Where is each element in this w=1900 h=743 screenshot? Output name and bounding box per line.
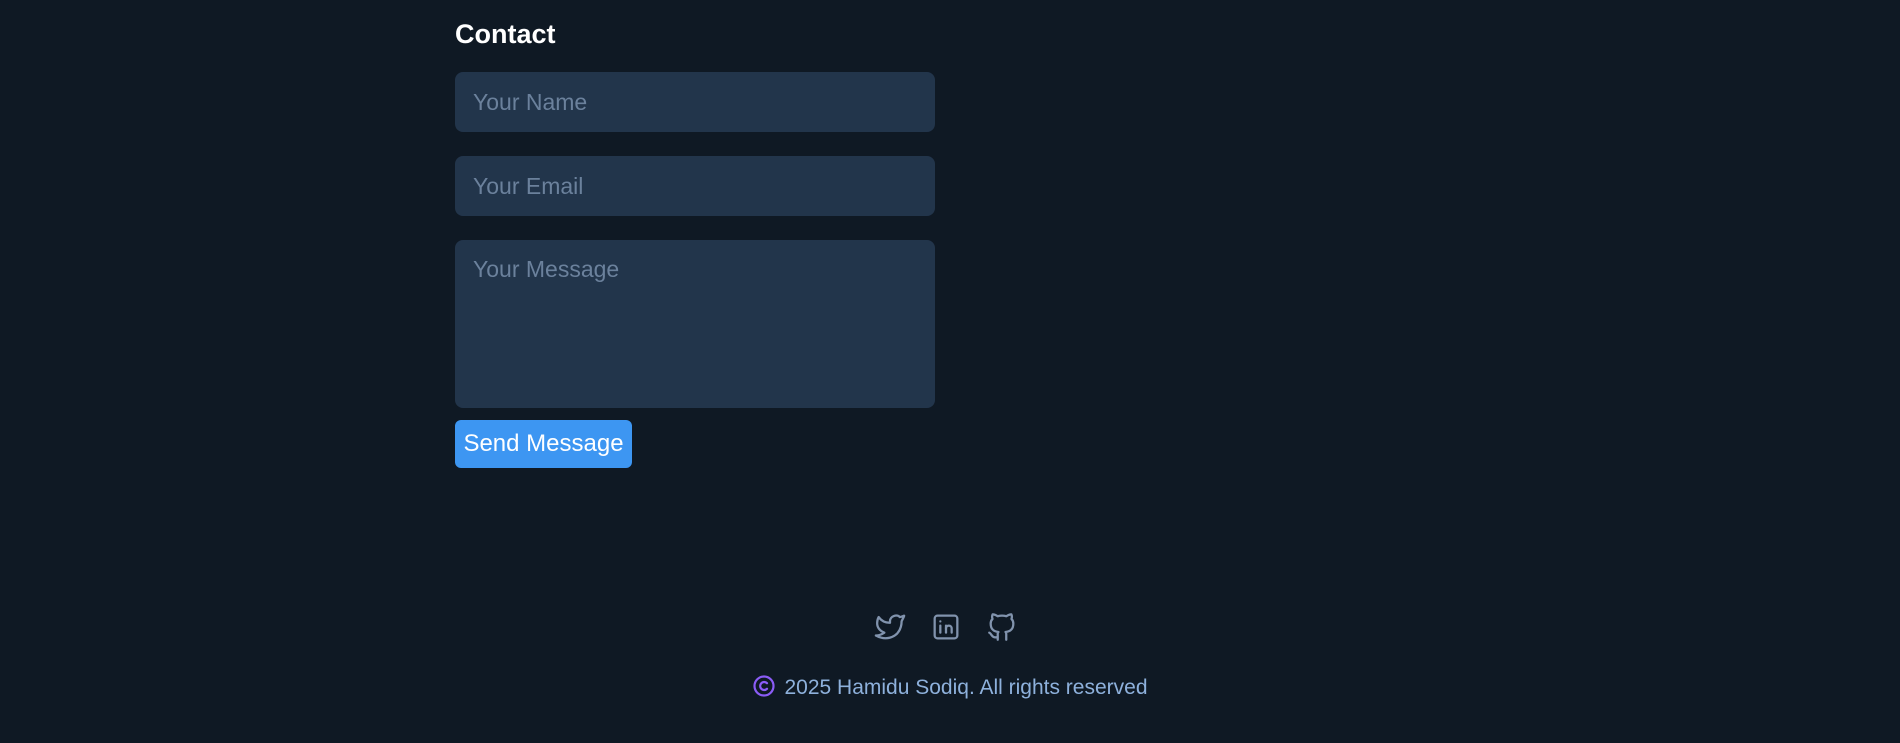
- name-input[interactable]: [455, 72, 935, 132]
- twitter-link[interactable]: [873, 610, 907, 644]
- send-message-button[interactable]: Send Message: [455, 420, 632, 468]
- contact-section: Contact Send Message: [455, 14, 935, 468]
- message-textarea[interactable]: [455, 240, 935, 408]
- copyright-notice: 2025 Hamidu Sodiq. All rights reserved: [0, 674, 1900, 702]
- linkedin-link[interactable]: [929, 610, 963, 644]
- social-links: [873, 610, 1019, 644]
- twitter-icon: [873, 610, 907, 644]
- section-title: Contact: [455, 19, 556, 49]
- email-input[interactable]: [455, 156, 935, 216]
- github-link[interactable]: [985, 610, 1019, 644]
- github-icon: [985, 610, 1019, 644]
- linkedin-icon: [929, 610, 963, 644]
- page: Contact Send Message: [0, 0, 1900, 743]
- copyright-text: 2025 Hamidu Sodiq. All rights reserved: [784, 676, 1148, 699]
- copyright-icon: [752, 674, 776, 698]
